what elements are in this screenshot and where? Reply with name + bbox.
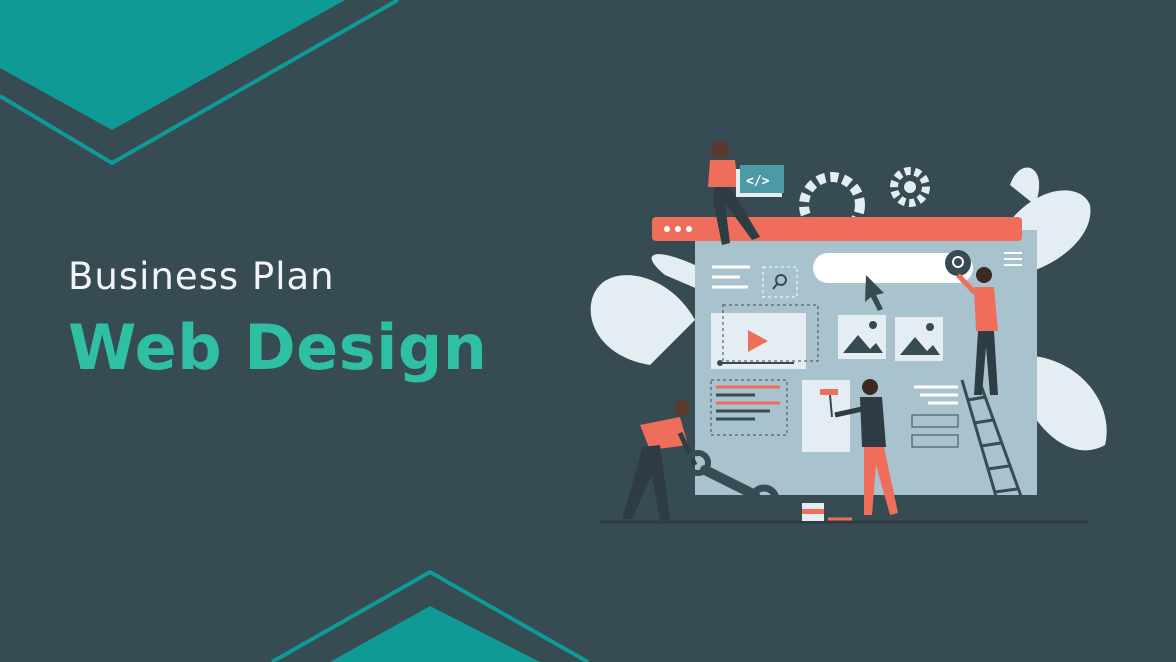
code-tag: </> <box>746 174 770 189</box>
browser-topbar <box>652 217 1022 241</box>
gear-icon <box>890 167 930 207</box>
person-mechanic <box>622 400 698 521</box>
bottom-chevron-fill <box>330 606 540 662</box>
headline: Web Design <box>68 311 488 384</box>
image-icon <box>895 317 943 361</box>
subtitle: Business Plan <box>68 255 335 298</box>
top-chevron-fill <box>0 0 345 130</box>
web-design-illustration: </> <box>590 141 1107 524</box>
image-icon <box>838 315 886 359</box>
title-block: Business Plan Web Design <box>68 258 487 379</box>
